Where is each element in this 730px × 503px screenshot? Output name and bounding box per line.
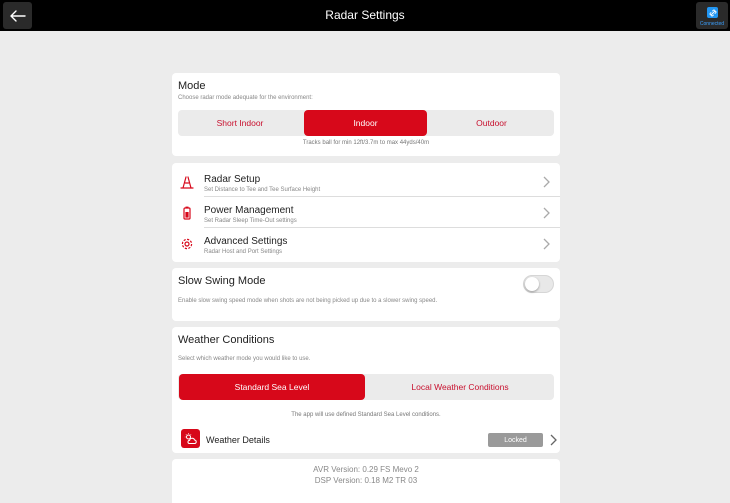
weather-hint: The app will use defined Standard Sea Le… <box>291 412 441 418</box>
weather-segmented-control: Standard Sea Level Local Weather Conditi… <box>178 374 554 400</box>
slow-swing-card: Slow Swing Mode Enable slow swing speed … <box>172 268 560 321</box>
slow-swing-title: Slow Swing Mode <box>178 275 266 287</box>
mode-option-indoor[interactable]: Indoor <box>304 110 427 136</box>
advanced-settings-row[interactable]: Advanced Settings Radar Host and Port Se… <box>172 228 560 259</box>
weather-option-local-conditions[interactable]: Local Weather Conditions <box>366 374 554 400</box>
avr-version: AVR Version: 0.29 FS Mevo 2 <box>313 465 419 474</box>
weather-subtitle: Select which weather mode you would like… <box>178 356 311 362</box>
locked-badge: Locked <box>488 433 543 447</box>
dsp-version: DSP Version: 0.18 M2 TR 03 <box>314 476 418 485</box>
power-management-title: Power Management <box>204 205 294 216</box>
weather-option-standard-sea-level[interactable]: Standard Sea Level <box>179 374 365 400</box>
gear-icon <box>181 238 193 250</box>
link-icon <box>707 7 718 18</box>
radar-setup-row[interactable]: Radar Setup Set Distance to Tee and Tee … <box>172 166 560 197</box>
slow-swing-toggle[interactable] <box>523 275 554 293</box>
radar-setup-icon <box>180 176 194 189</box>
mode-subtitle: Choose radar mode adequate for the envir… <box>178 95 313 101</box>
slow-swing-description: Enable slow swing speed mode when shots … <box>178 298 438 304</box>
chevron-right-icon <box>543 238 550 250</box>
toggle-knob <box>525 277 539 291</box>
connection-status-label: Connected <box>699 21 725 27</box>
power-management-subtitle: Set Radar Sleep Time-Out settings <box>204 218 297 224</box>
mode-title: Mode <box>178 80 206 92</box>
chevron-right-icon[interactable] <box>549 434 557 446</box>
version-card: AVR Version: 0.29 FS Mevo 2 DSP Version:… <box>172 459 560 503</box>
settings-list-card: Radar Setup Set Distance to Tee and Tee … <box>172 163 560 262</box>
connection-status-button[interactable]: Connected <box>696 2 728 29</box>
mode-segmented-control: Short Indoor Indoor Outdoor <box>178 110 554 136</box>
weather-card: Weather Conditions Select which weather … <box>172 327 560 453</box>
chevron-right-icon <box>543 176 550 188</box>
radar-setup-subtitle: Set Distance to Tee and Tee Surface Heig… <box>204 187 321 193</box>
mode-hint: Tracks ball for min 12ft/3.7m to max 44y… <box>302 140 430 146</box>
weather-icon <box>181 429 200 448</box>
top-bar: Radar Settings Connected <box>0 0 730 31</box>
chevron-right-icon <box>543 207 550 219</box>
advanced-settings-title: Advanced Settings <box>204 236 288 247</box>
mode-card: Mode Choose radar mode adequate for the … <box>172 73 560 156</box>
mode-option-short-indoor[interactable]: Short Indoor <box>178 110 302 136</box>
weather-details-label[interactable]: Weather Details <box>206 435 270 445</box>
radar-setup-title: Radar Setup <box>204 174 261 185</box>
weather-title: Weather Conditions <box>178 334 275 346</box>
page-title: Radar Settings <box>325 8 405 22</box>
battery-icon <box>183 206 191 220</box>
advanced-settings-subtitle: Radar Host and Port Settings <box>204 249 283 255</box>
power-management-row[interactable]: Power Management Set Radar Sleep Time-Ou… <box>172 197 560 228</box>
mode-option-outdoor[interactable]: Outdoor <box>429 110 554 136</box>
